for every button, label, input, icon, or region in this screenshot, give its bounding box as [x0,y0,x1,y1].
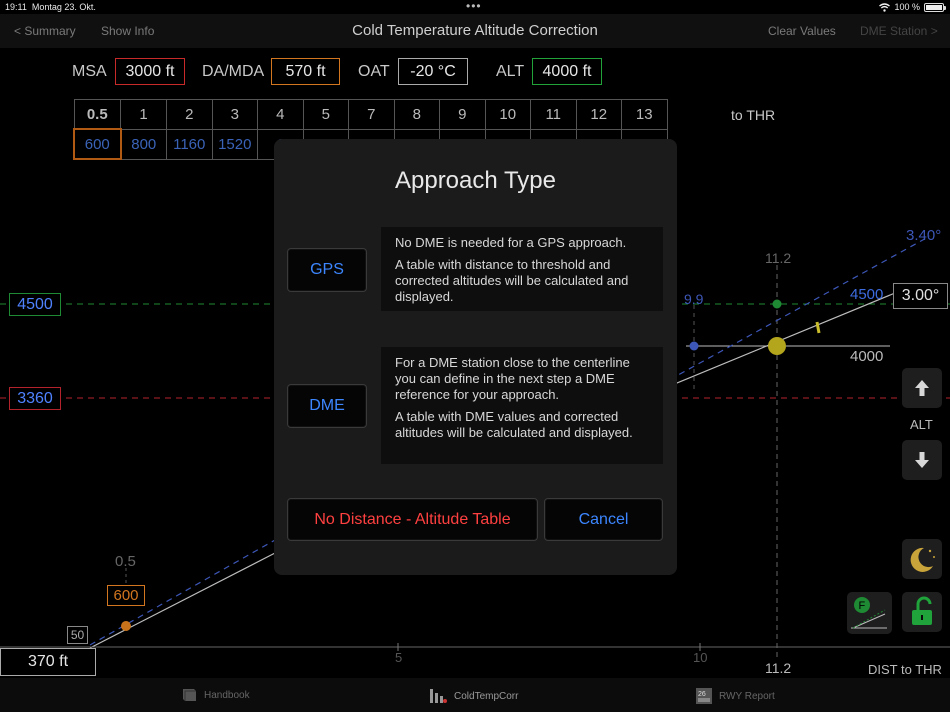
approach-type-dialog: Approach Type GPS No DME is needed for a… [274,139,677,575]
dme-description: For a DME station close to the centerlin… [381,347,663,464]
distance-cell[interactable]: 12 [575,99,622,130]
point-9-9 [689,341,699,351]
distance-cell[interactable]: 13 [621,99,668,130]
svg-text:F: F [859,600,866,612]
distance-row: 0.5 1 2 3 4 5 7 8 9 10 11 12 13 [73,99,668,130]
altitude-cell: 800 [120,128,167,160]
alt-label: ALT [496,63,525,80]
distance-cell[interactable]: 11 [530,99,577,130]
label-9-9: 9.9 [684,291,704,307]
label-600-box: 600 [107,585,145,606]
thermometer-chart-icon [430,689,447,703]
label-11-2-bottom: 11.2 [765,660,792,676]
msa-label: MSA [72,63,107,80]
gps-description: No DME is needed for a GPS approach. A t… [381,227,663,311]
alt-up-button[interactable] [902,368,942,408]
distance-cell[interactable]: 8 [393,99,440,130]
angle-3-00-box[interactable]: 3.00° [893,283,948,309]
distance-cell[interactable]: 4 [257,99,304,130]
night-mode-button[interactable] [902,539,942,579]
altitude-cell: 600 [73,128,122,160]
altitude-cell: 1520 [211,128,258,160]
oat-label: OAT [358,63,390,80]
point-current-alt [768,337,786,355]
tab-handbook[interactable]: Handbook [180,687,250,703]
oat-field[interactable]: -20 °C [398,58,468,85]
dist-to-thr-label: DIST to THR [868,662,942,677]
runway-calendar-icon: 26 [696,688,712,704]
da-mda-label: DA/MDA [202,63,265,80]
threshold-altitude-box[interactable]: 370 ft [0,648,96,676]
label-4500: 4500 [850,286,884,303]
glide-slope-icon: F [851,597,887,629]
distance-cell[interactable]: 2 [166,99,213,130]
arrow-up-icon [915,380,929,396]
alt-field[interactable]: 4000 ft [532,58,602,85]
tag-3360: 3360 [9,387,61,410]
label-0-5: 0.5 [115,553,136,570]
label-11-2-top: 11.2 [765,250,792,266]
dialog-title: Approach Type [394,167,556,194]
point-msa-intercept [772,299,782,309]
msa-field[interactable]: 3000 ft [115,58,185,85]
label-4000: 4000 [850,348,884,365]
point-0-5 [121,621,131,631]
unlock-icon [912,596,932,625]
distance-cell[interactable]: 7 [348,99,395,130]
msa-tag-4500: 4500 [9,293,61,316]
tab-handbook-label: Handbook [204,689,250,701]
distance-cell[interactable]: 5 [302,99,349,130]
altitude-cell: 1160 [166,128,213,160]
no-distance-altitude-table-button[interactable]: No Distance - Altitude Table [287,498,538,541]
tab-coldtempcorr[interactable]: ColdTempCorr [428,687,518,705]
distance-cell[interactable]: 9 [439,99,486,130]
tab-coldtempcorr-label: ColdTempCorr [454,690,519,702]
label-50-box: 50 [67,626,88,644]
tab-bar: Handbook ColdTempCorr 26 RWY Report [0,678,950,712]
distance-cell[interactable]: 0.5 [73,99,121,130]
to-thr-label: to THR [731,107,776,123]
distance-cell[interactable]: 1 [120,99,167,130]
dme-desc-line2: A table with DME values and corrected al… [395,409,633,440]
gps-desc-line2: A table with distance to threshold and c… [395,257,629,304]
svg-text:26: 26 [698,691,706,698]
da-mda-field[interactable]: 570 ft [271,58,340,85]
angle-3-40-label: 3.40° [906,227,942,244]
gps-button[interactable]: GPS [287,248,367,292]
cancel-button[interactable]: Cancel [544,498,663,541]
alt-stepper-label: ALT [910,417,933,432]
book-icon [183,689,196,701]
gps-desc-line1: No DME is needed for a GPS approach. [395,235,627,250]
moon-icon [910,547,935,572]
dme-button[interactable]: DME [287,384,367,428]
distance-cell[interactable]: 3 [211,99,258,130]
profile-mode-button[interactable]: F [847,592,892,634]
distance-cell[interactable]: 10 [484,99,531,130]
axis-5-label: 5 [395,650,403,665]
dme-desc-line1: For a DME station close to the centerlin… [395,355,630,402]
marker-tick [815,321,821,334]
tab-rwy-report[interactable]: 26 RWY Report [695,687,775,705]
lock-button[interactable] [902,592,942,632]
glide-3-40-line [659,235,931,386]
tab-rwy-report-label: RWY Report [719,690,775,702]
axis-10-label: 10 [693,650,708,665]
arrow-down-icon [915,452,929,468]
alt-down-button[interactable] [902,440,942,480]
